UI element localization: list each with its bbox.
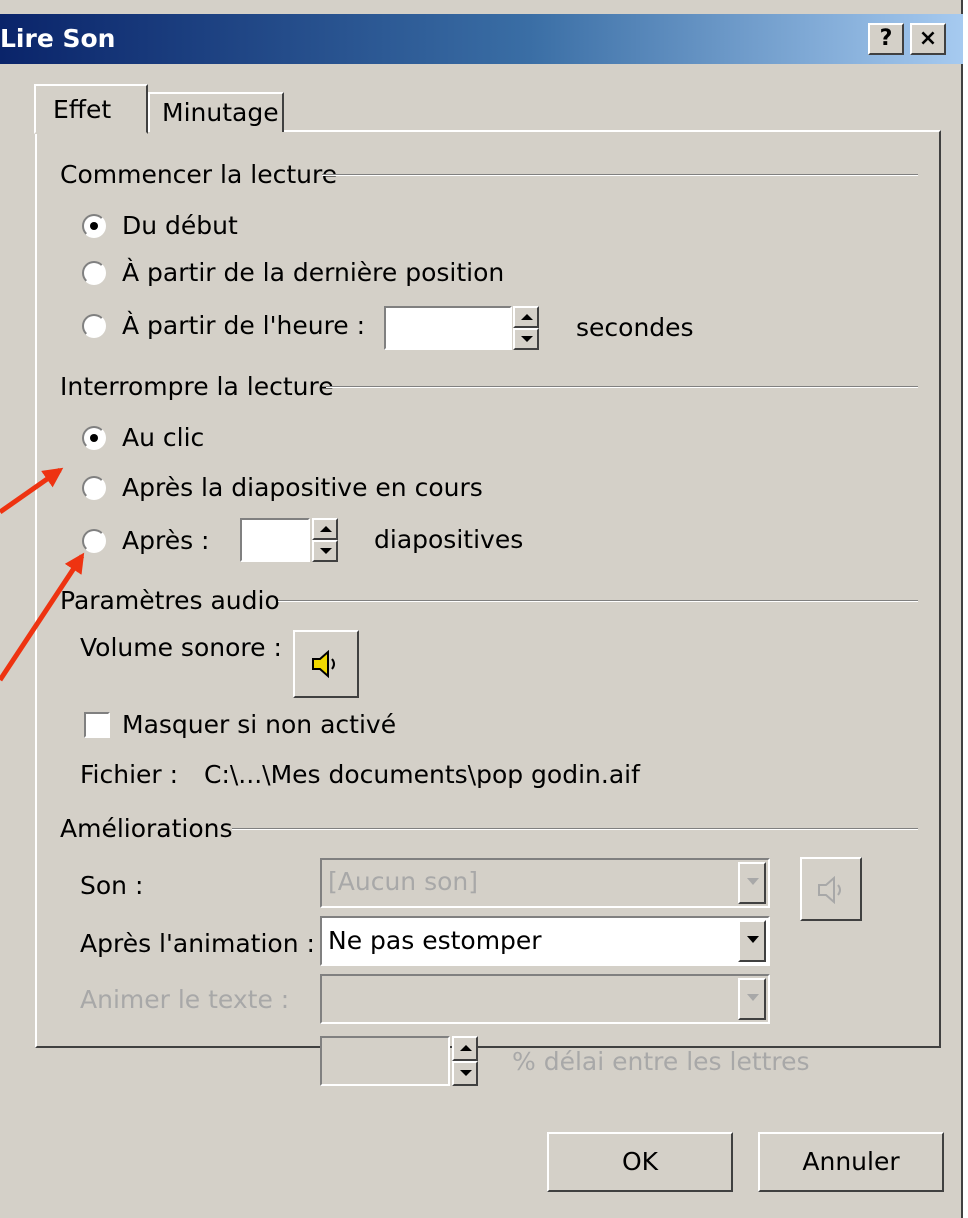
annotation-arrow-current-slide xyxy=(0,467,64,515)
annotation-arrows xyxy=(0,467,85,682)
tab-effet-label: Effet xyxy=(53,95,112,124)
tab-effet[interactable]: Effet xyxy=(34,84,148,134)
annotation-arrow-after-slides xyxy=(0,552,85,682)
